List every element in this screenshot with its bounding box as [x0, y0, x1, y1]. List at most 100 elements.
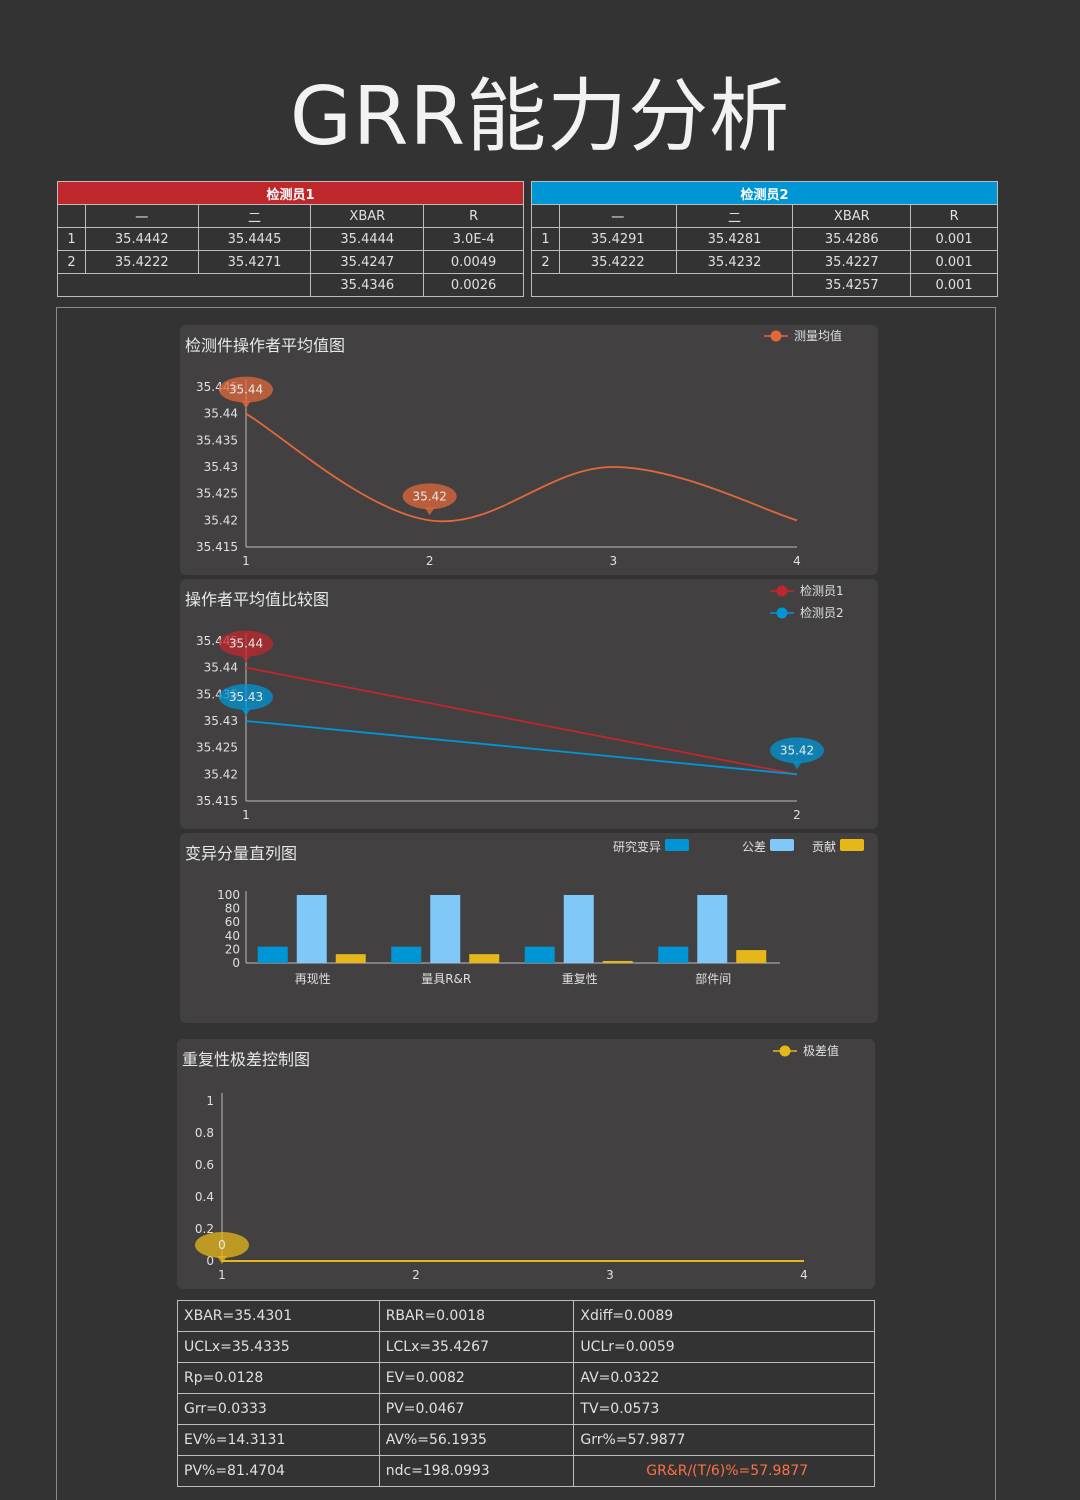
series-line-检测员2 [245, 720, 798, 776]
stat-cell: LCLx=35.4267 [378, 1331, 575, 1363]
data-label-pointer [241, 654, 251, 663]
y-tick-label: 35.44 [204, 407, 238, 421]
stat-cell: Grr=0.0333 [177, 1393, 380, 1425]
summary-blank [530, 273, 794, 297]
stat-cell: EV%=14.3131 [177, 1424, 380, 1456]
stat-cell: Rp=0.0128 [177, 1362, 380, 1394]
summary-blank [56, 273, 312, 297]
data-label: 35.44 [229, 637, 263, 651]
table-cell: 2 [531, 250, 560, 274]
table-row: XBAR=35.4301 RBAR=0.0018 Xdiff=0.0089 [177, 1300, 875, 1332]
table-row: EV%=14.3131 AV%=56.1935 Grr%=57.9877 [177, 1424, 875, 1456]
bar-公差 [296, 895, 327, 963]
legend-label: 研究变异 [613, 839, 661, 854]
page-title: GRR能力分析 [289, 70, 791, 163]
operator-mean-compare-chart-panel: 操作者平均值比较图 35.415 35.42 35.425 35.43 35.435 35… [180, 579, 878, 829]
table-cell: 35.4445 [197, 227, 312, 251]
stat-cell: UCLx=35.4335 [177, 1331, 380, 1363]
table-row: 2 35.4222 35.4232 35.4227 0.001 [531, 250, 998, 274]
inspector2-xbar-mean: 35.4257 [792, 273, 912, 297]
table-row: 1 35.4291 35.4281 35.4286 0.001 [531, 227, 998, 251]
stat-cell: ndc=198.0993 [378, 1455, 575, 1487]
table-cell: 0.0049 [423, 250, 524, 274]
bar-研究变异 [391, 946, 422, 963]
table-cell: 0.001 [910, 250, 998, 274]
y-tick-label: 35.42 [204, 513, 238, 527]
stats-table: XBAR=35.4301 RBAR=0.0018 Xdiff=0.0089 UC… [177, 1300, 875, 1487]
table-cell: 35.4281 [675, 227, 794, 251]
y-tick-label: 20 [225, 942, 240, 956]
stat-cell: XBAR=35.4301 [177, 1300, 380, 1332]
data-label: 35.44 [229, 383, 263, 397]
inspector2-header-blank [531, 204, 560, 228]
y-tick-label: 0.4 [195, 1190, 214, 1204]
legend-marker [779, 1045, 791, 1057]
table-row: 1 35.4442 35.4445 35.4444 3.0E-4 [57, 227, 524, 251]
y-tick-label: 35.44 [204, 661, 238, 675]
legend-label: 测量均值 [794, 328, 842, 343]
table-cell: 0.001 [910, 227, 998, 251]
series-line-测量均值 [245, 412, 798, 523]
legend-marker [770, 839, 794, 851]
stat-cell: PV=0.0467 [378, 1393, 575, 1425]
table-cell: 35.4291 [558, 227, 677, 251]
stat-cell: TV=0.0573 [573, 1393, 875, 1425]
y-tick-label: 0 [232, 956, 240, 970]
y-tick-label: 35.425 [196, 487, 238, 501]
legend-marker [776, 585, 788, 597]
x-tick-label: 1 [218, 1268, 226, 1282]
operator-mean-compare-chart: 35.41535.4235.42535.4335.43535.4435.4451… [196, 583, 844, 822]
grr-tolerance-percent: GR&R/(T/6)%=57.9877 [573, 1455, 875, 1487]
table-cell: 35.4222 [84, 250, 199, 274]
inspector1-header-xbar: XBAR [310, 204, 425, 228]
stat-cell: Xdiff=0.0089 [573, 1300, 875, 1332]
y-tick-label: 0.6 [195, 1158, 214, 1172]
stat-cell: AV%=56.1935 [378, 1424, 575, 1456]
x-tick-label: 2 [426, 554, 434, 568]
y-tick-label: 35.425 [196, 741, 238, 755]
x-tick-label: 3 [610, 554, 618, 568]
table-cell: 35.4222 [558, 250, 677, 274]
table-row: 2 35.4222 35.4271 35.4247 0.0049 [57, 250, 524, 274]
inspector2-header-r: R [910, 204, 998, 228]
inspector2-table: 检测员2 一 二 XBAR R 1 35.4291 35.4281 35.428… [530, 181, 998, 297]
inspector1-header-blank [57, 204, 86, 228]
table-cell: 35.4227 [792, 250, 912, 274]
inspector2-header-trial2: 二 [675, 204, 794, 228]
inspector1-header-r: R [423, 204, 524, 228]
x-tick-label: 重复性 [562, 972, 598, 986]
bar-贡献 [469, 954, 500, 963]
legend-label: 贡献 [812, 839, 836, 854]
legend-label: 极差值 [803, 1043, 839, 1058]
data-label-pointer [241, 400, 251, 409]
summary-row: 35.4257 0.001 [530, 273, 998, 297]
part-operator-mean-chart-panel: 检测件操作者平均值图 35.415 35.42 35.425 35.43 35.435 3… [180, 325, 878, 575]
table-cell: 35.4444 [310, 227, 425, 251]
legend-marker [776, 607, 788, 619]
table-row: UCLx=35.4335 LCLx=35.4267 UCLr=0.0059 [177, 1331, 875, 1363]
legend-label: 公差 [742, 840, 766, 854]
y-tick-label: 80 [225, 902, 240, 916]
stat-cell: PV%=81.4704 [177, 1455, 380, 1487]
data-label-pointer [792, 761, 802, 770]
variation-component-chart: 020406080100 再现性 量具R&R 重复性 部件间 研究变异 公差 贡献 [217, 839, 864, 986]
legend-label: 检测员2 [800, 605, 844, 620]
inspector2-header-xbar: XBAR [792, 204, 912, 228]
legend-label: 检测员1 [800, 583, 844, 598]
table-cell: 2 [57, 250, 86, 274]
bar-公差 [430, 895, 461, 963]
x-tick-label: 4 [800, 1268, 808, 1282]
bar-研究变异 [257, 946, 288, 963]
table-cell: 35.4442 [84, 227, 199, 251]
x-tick-label: 2 [793, 808, 801, 822]
x-tick-label: 1 [242, 808, 250, 822]
range-control-chart-panel: 重复性极差控制图 0 0.2 0.4 0.6 0.8 1 1 2 3 4 0 极差值 [177, 1039, 875, 1289]
table-cell: 1 [531, 227, 560, 251]
x-tick-label: 3 [606, 1268, 614, 1282]
table-cell: 3.0E-4 [423, 227, 524, 251]
stat-cell: Grr%=57.9877 [573, 1424, 875, 1456]
y-tick-label: 35.435 [196, 433, 238, 447]
y-tick-label: 100 [217, 888, 240, 902]
y-tick-label: 0.8 [195, 1126, 214, 1140]
legend-marker [665, 839, 689, 851]
